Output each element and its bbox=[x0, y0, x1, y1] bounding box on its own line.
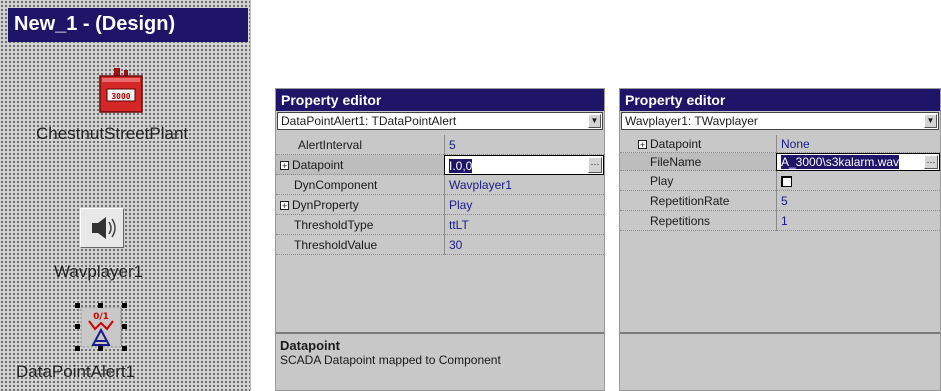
property-editor-title: Property editor bbox=[276, 89, 604, 111]
property-value[interactable]: Play bbox=[444, 195, 604, 215]
property-editor-alert: Property editor DataPointAlert1: TDataPo… bbox=[275, 88, 605, 391]
description-title: Datapoint bbox=[280, 338, 340, 353]
property-name: DynComponent bbox=[276, 175, 444, 195]
datapoint-alert-icon[interactable]: 0/1 bbox=[75, 303, 127, 351]
property-value[interactable]: None bbox=[776, 135, 940, 153]
component-selector-value: DataPointAlert1: TDataPointAlert bbox=[281, 114, 457, 128]
component-selector-value: Wavplayer1: TWavplayer bbox=[625, 114, 758, 128]
property-value[interactable]: 30 bbox=[444, 235, 604, 255]
property-name: AlertInterval bbox=[276, 135, 444, 155]
property-row[interactable]: DynComponent Wavplayer1 bbox=[276, 175, 604, 195]
property-row[interactable]: ThresholdType ttLT bbox=[276, 215, 604, 235]
property-value[interactable]: 5 bbox=[444, 135, 604, 155]
plant-counter-icon[interactable]: 3000 bbox=[96, 68, 146, 116]
property-value[interactable]: 5 bbox=[776, 191, 940, 211]
property-name: Play bbox=[620, 171, 776, 191]
plus-box-icon[interactable]: + bbox=[280, 201, 289, 211]
alert-label: DataPointAlert1 bbox=[16, 362, 136, 381]
chevron-down-icon[interactable]: ▼ bbox=[924, 114, 937, 128]
plus-box-icon[interactable]: + bbox=[638, 140, 647, 150]
design-form-title: New_1 - (Design) bbox=[8, 8, 248, 42]
chevron-down-icon[interactable]: ▼ bbox=[588, 114, 601, 128]
property-description: Datapoint SCADA Datapoint mapped to Comp… bbox=[276, 332, 604, 390]
ellipsis-button-icon[interactable]: ··· bbox=[588, 157, 602, 173]
component-selector[interactable]: Wavplayer1: TWavplayer ▼ bbox=[621, 112, 939, 130]
property-row[interactable]: AlertInterval 5 bbox=[276, 135, 604, 155]
property-row[interactable]: + Datapoint None bbox=[620, 135, 940, 153]
description-text: SCADA Datapoint mapped to Component bbox=[280, 353, 501, 367]
property-value: I.0,0 bbox=[449, 159, 473, 173]
property-value[interactable]: 1 bbox=[776, 211, 940, 231]
property-row[interactable]: Repetitions 1 bbox=[620, 211, 940, 231]
property-value-input[interactable]: A_3000\s3kalarm.wav ··· bbox=[776, 153, 940, 171]
property-name: DynProperty bbox=[292, 198, 359, 212]
property-row[interactable]: RepetitionRate 5 bbox=[620, 191, 940, 211]
property-name: FileName bbox=[620, 153, 776, 171]
speaker-icon[interactable] bbox=[80, 208, 124, 248]
component-selector[interactable]: DataPointAlert1: TDataPointAlert ▼ bbox=[277, 112, 603, 130]
plant-counter-text: 3000 bbox=[111, 92, 130, 101]
property-name: RepetitionRate bbox=[620, 191, 776, 211]
wav-label: Wavplayer1 bbox=[54, 262, 144, 281]
property-row[interactable]: + DynProperty Play bbox=[276, 195, 604, 215]
design-form[interactable]: New_1 - (Design) 3000 ChestnutStreetPlan… bbox=[0, 0, 251, 391]
play-checkbox[interactable] bbox=[781, 176, 792, 188]
plant-label: ChestnutStreetPlant bbox=[36, 124, 189, 143]
property-name: ThresholdValue bbox=[276, 235, 444, 255]
ellipsis-button-icon[interactable]: ··· bbox=[924, 155, 938, 169]
plus-box-icon[interactable]: + bbox=[280, 161, 289, 171]
property-value-input[interactable]: I.0,0 ··· bbox=[444, 155, 604, 175]
property-row[interactable]: FileName A_3000\s3kalarm.wav ··· bbox=[620, 153, 940, 171]
property-value[interactable]: ttLT bbox=[444, 215, 604, 235]
property-value[interactable]: Wavplayer1 bbox=[444, 175, 604, 195]
play-checkbox-cell[interactable] bbox=[776, 171, 940, 191]
property-name: ThresholdType bbox=[276, 215, 444, 235]
svg-text:0/1: 0/1 bbox=[93, 312, 109, 322]
property-row[interactable]: + Datapoint I.0,0 ··· bbox=[276, 155, 604, 175]
property-description bbox=[620, 332, 940, 390]
property-value: A_3000\s3kalarm.wav bbox=[781, 155, 900, 169]
property-row[interactable]: Play bbox=[620, 171, 940, 191]
property-name: Repetitions bbox=[620, 211, 776, 231]
property-name: Datapoint bbox=[650, 137, 702, 151]
property-row[interactable]: ThresholdValue 30 bbox=[276, 235, 604, 255]
property-editor-wavplayer: Property editor Wavplayer1: TWavplayer ▼… bbox=[619, 88, 941, 391]
property-name: Datapoint bbox=[292, 158, 344, 172]
property-editor-title: Property editor bbox=[620, 89, 940, 111]
